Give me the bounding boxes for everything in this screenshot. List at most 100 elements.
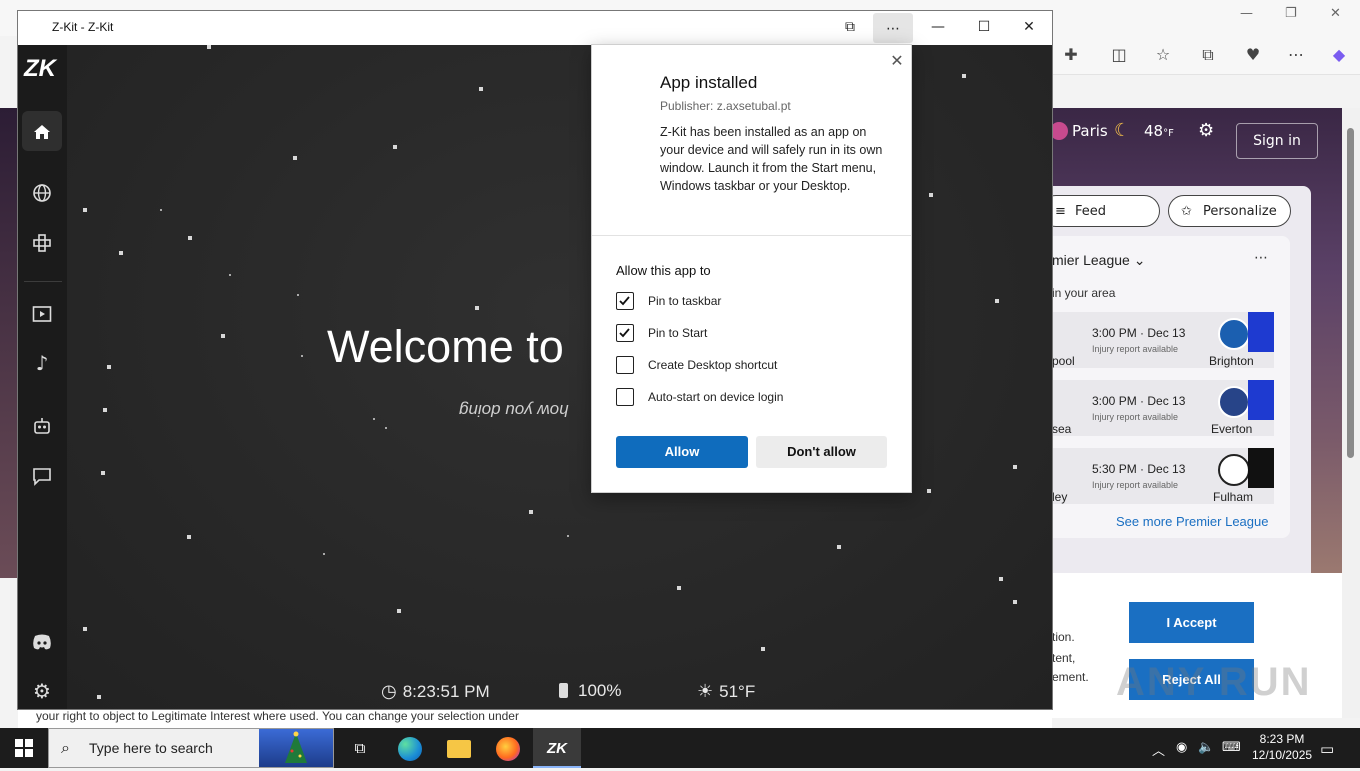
sidebar-divider xyxy=(24,281,62,282)
weather-status: ☀ 51°F xyxy=(697,681,755,702)
sign-in-button[interactable]: Sign in xyxy=(1236,123,1318,159)
team-color-flag xyxy=(1248,448,1274,488)
gear-icon[interactable]: ⚙ xyxy=(1198,120,1214,141)
performance-icon[interactable]: ♥ xyxy=(1242,44,1264,66)
sliders-icon: ≡ xyxy=(1055,204,1066,219)
see-more-link[interactable]: See more Premier League xyxy=(1116,514,1268,529)
checkbox-checked[interactable] xyxy=(616,324,634,342)
star-particle xyxy=(97,695,101,699)
volume-icon[interactable]: 🔈 xyxy=(1198,740,1214,755)
star-particle xyxy=(107,365,111,369)
team-color-flag xyxy=(1248,380,1274,420)
sidebar-item-video[interactable] xyxy=(22,293,62,333)
star-particle xyxy=(119,251,123,255)
close-icon[interactable]: ✕ xyxy=(888,53,906,71)
option-label: Pin to taskbar xyxy=(648,294,722,308)
start-button[interactable] xyxy=(0,728,48,768)
match-note: Injury report available xyxy=(1092,344,1179,354)
feed-layout-button[interactable]: ≡ Feed layout xyxy=(1040,195,1160,251)
dialog-divider xyxy=(592,235,911,236)
notification-icon[interactable]: ▭ xyxy=(1320,740,1334,758)
sidebar-item-home[interactable] xyxy=(22,111,62,151)
star-particle xyxy=(297,294,299,296)
checkbox-unchecked[interactable] xyxy=(616,388,634,406)
sidebar-item-settings[interactable]: ⚙ xyxy=(22,671,62,711)
sidebar-item-ai[interactable] xyxy=(22,405,62,445)
star-particle xyxy=(83,627,87,631)
star-particle xyxy=(187,535,191,539)
zkit-titlebar: Z-Kit - Z-Kit ⧉ ⋯ — ☐ ✕ xyxy=(18,11,1052,46)
sidebar-item-browser[interactable] xyxy=(22,172,62,212)
minimize-button[interactable]: — xyxy=(915,11,961,44)
away-team: Everton xyxy=(1211,422,1253,436)
sidebar-item-games[interactable] xyxy=(22,222,62,262)
check-icon xyxy=(619,328,630,338)
league-subtitle: in your area xyxy=(1052,286,1116,300)
option-label: Auto-start on device login xyxy=(648,390,784,404)
favorites-icon[interactable]: ☆ xyxy=(1152,44,1174,66)
star-particle xyxy=(837,545,841,549)
match-time: 3:00 PM · Dec 13 xyxy=(1092,326,1186,340)
taskbar-search[interactable]: ⌕ Type here to search xyxy=(48,728,334,768)
extensions-icon[interactable]: ✚ xyxy=(1060,44,1082,66)
match-note: Injury report available xyxy=(1092,480,1179,490)
close-button[interactable]: ✕ xyxy=(1006,11,1052,44)
dialog-publisher: Publisher: z.axsetubal.pt xyxy=(660,99,791,113)
taskbar-edge[interactable] xyxy=(386,728,434,768)
page-background-left xyxy=(0,108,18,578)
zkit-logo[interactable]: ZK xyxy=(24,55,62,91)
allow-heading: Allow this app to xyxy=(616,263,711,278)
close-icon[interactable]: ✕ xyxy=(1330,6,1341,21)
network-icon[interactable]: ◉ xyxy=(1176,740,1187,755)
card-more-icon[interactable]: ⋯ xyxy=(1254,250,1268,266)
star-particle xyxy=(188,236,192,240)
collections-icon[interactable]: ⧉ xyxy=(1197,44,1219,66)
everton-crest-icon xyxy=(1218,386,1250,418)
match-time: 3:00 PM · Dec 13 xyxy=(1092,394,1186,408)
weather-city: Paris xyxy=(1072,122,1108,140)
accept-button[interactable]: I Accept xyxy=(1129,602,1254,643)
clock-value: 8:23:51 PM xyxy=(402,682,490,701)
scrollbar-thumb[interactable] xyxy=(1347,128,1354,458)
dont-allow-button[interactable]: Don't allow xyxy=(756,436,887,468)
star-particle xyxy=(999,577,1003,581)
sidebar-item-discord[interactable] xyxy=(22,621,62,661)
more-icon[interactable]: ⋯ xyxy=(1285,44,1307,66)
cookie-text-line: your right to object to Legitimate Inter… xyxy=(36,709,519,723)
firefox-icon xyxy=(496,736,520,761)
match-note: Injury report available xyxy=(1092,412,1179,422)
ime-icon[interactable]: ⌨ xyxy=(1222,740,1241,755)
league-title[interactable]: mier League ⌄ xyxy=(1052,252,1145,269)
star-particle xyxy=(397,609,401,613)
restore-icon[interactable]: ❐ xyxy=(1285,6,1297,21)
taskbar-file-explorer[interactable] xyxy=(435,728,483,768)
more-options-button[interactable]: ⋯ xyxy=(873,13,913,43)
task-view-button[interactable]: ⧉ xyxy=(336,728,384,768)
allow-button[interactable]: Allow xyxy=(616,436,748,468)
search-placeholder: Type here to search xyxy=(89,740,213,756)
home-team: sea xyxy=(1052,422,1072,436)
app-available-icon[interactable]: ⧉ xyxy=(827,11,873,44)
sidebar-item-chat[interactable] xyxy=(22,455,62,495)
home-team: pool xyxy=(1052,354,1075,368)
copilot-icon[interactable]: ◆ xyxy=(1328,44,1350,66)
taskbar-zkit[interactable]: ZK xyxy=(533,728,581,768)
star-particle xyxy=(160,209,162,211)
star-particle xyxy=(1013,465,1017,469)
windows-logo-icon xyxy=(15,739,33,757)
taskbar-firefox[interactable] xyxy=(484,728,532,768)
maximize-button[interactable]: ☐ xyxy=(961,11,1007,44)
personalize-button[interactable]: ✩ Personalize xyxy=(1168,195,1291,227)
checkbox-checked[interactable] xyxy=(616,292,634,310)
minimize-icon[interactable]: — xyxy=(1240,6,1253,21)
split-screen-icon[interactable]: ◫ xyxy=(1108,44,1130,66)
taskbar-clock[interactable]: 8:23 PM 12/10/2025 xyxy=(1252,731,1312,763)
checkbox-unchecked[interactable] xyxy=(616,356,634,374)
watermark-logo: ANY RUN xyxy=(1116,660,1312,704)
brighton-crest-icon xyxy=(1218,318,1250,350)
christmas-tree-icon xyxy=(285,731,307,763)
chevron-up-icon[interactable]: ︿ xyxy=(1152,740,1165,759)
sidebar-item-music[interactable]: ♪ xyxy=(22,343,62,383)
page-scrollbar[interactable] xyxy=(1342,108,1360,718)
star-particle xyxy=(385,427,387,429)
